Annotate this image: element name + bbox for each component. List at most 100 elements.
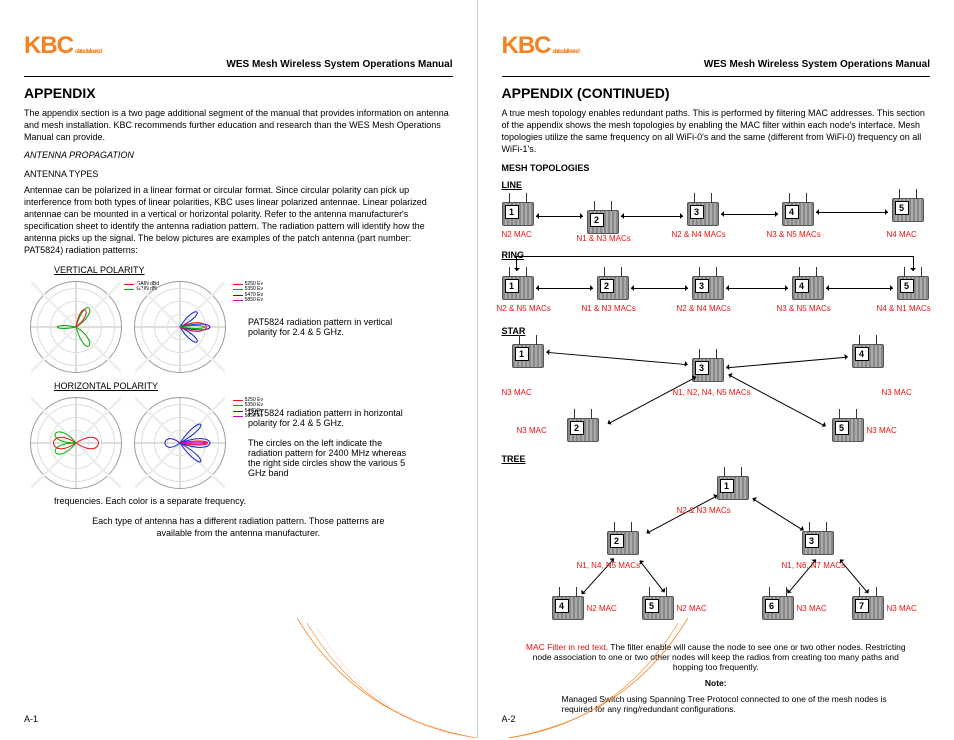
node: 7 xyxy=(852,596,884,620)
mac-label: N2 & N4 MACs xyxy=(672,230,726,239)
mac-label: N1, N6, N7 MACs xyxy=(782,561,846,570)
node-number: 5 xyxy=(645,599,659,613)
horizontal-polarity-title: HORIZONTAL POLARITY xyxy=(54,381,453,391)
line-topology: 1 2 3 4 5 N2 MAC N1 & N3 MACs N2 & N4 MA… xyxy=(502,192,931,244)
page-decoration xyxy=(297,618,477,738)
node: 4 xyxy=(552,596,584,620)
node: 5 xyxy=(892,198,924,222)
mac-label: N3 & N5 MACs xyxy=(767,230,821,239)
node-number: 3 xyxy=(805,534,819,548)
appendix-cont-intro: A true mesh topology enables redundant p… xyxy=(502,107,931,156)
link-arrow xyxy=(826,288,893,289)
vertical-polarity-title: VERTICAL POLARITY xyxy=(54,265,453,275)
node: 2 xyxy=(597,276,629,300)
node-number: 2 xyxy=(570,421,584,435)
node-number: 3 xyxy=(695,279,709,293)
appendix-cont-heading: APPENDIX (CONTINUED) xyxy=(502,85,931,101)
mac-label: N3 MAC xyxy=(502,388,532,397)
node: 1 xyxy=(502,202,534,226)
node: 5 xyxy=(642,596,674,620)
brand-name: KBC xyxy=(502,32,551,60)
link-arrow xyxy=(816,212,888,213)
mac-label: N3 MAC xyxy=(882,388,912,397)
mac-label: N1, N4, N5 MACs xyxy=(577,561,641,570)
link-arrow xyxy=(726,356,848,368)
node-number: 1 xyxy=(515,347,529,361)
node-number: 1 xyxy=(505,205,519,219)
tree-topology: 1 2 3 4 5 6 7 N2 & N3 MACs N1, N4, N5 MA… xyxy=(502,466,931,636)
node-number: 5 xyxy=(895,201,909,215)
node-number: 4 xyxy=(855,347,869,361)
header-rule xyxy=(502,76,931,77)
polar-chart-v-24: GAIN dBd GAIN dBi xyxy=(30,281,122,373)
tree-label: TREE xyxy=(502,454,931,464)
node: 1 xyxy=(512,344,544,368)
mesh-topologies-heading: MESH TOPOLOGIES xyxy=(502,162,931,174)
brand-tagline: data delivered xyxy=(75,49,101,55)
link-arrow xyxy=(726,288,788,289)
header-title: WES Mesh Wireless System Operations Manu… xyxy=(24,59,453,70)
hpol-caption-2: The circles on the left indicate the rad… xyxy=(248,438,406,478)
page-appendix-1: KBC data delivered WES Mesh Wireless Sys… xyxy=(0,0,477,738)
horizontal-polarity-charts: 5250 Ev 5350 Ev 5470 Ev 5850 Ev PAT5824 … xyxy=(24,397,453,489)
node-number: 1 xyxy=(720,479,734,493)
polar-chart-h-24 xyxy=(30,397,122,489)
appendix-intro: The appendix section is a two page addit… xyxy=(24,107,453,143)
link-arrow xyxy=(752,498,803,531)
mac-label: N1 & N3 MACs xyxy=(577,234,631,243)
mac-label: N3 MAC xyxy=(517,426,547,435)
node: 3 xyxy=(802,531,834,555)
link-arrow xyxy=(639,560,664,592)
polar-chart-h-5: 5250 Ev 5350 Ev 5470 Ev 5850 Ev xyxy=(134,397,226,489)
antenna-body: Antennae can be polarized in a linear fo… xyxy=(24,184,453,257)
mac-label: N3 & N5 MACs xyxy=(777,304,831,313)
appendix-heading: APPENDIX xyxy=(24,85,453,101)
mac-label: N2 MAC xyxy=(677,604,707,613)
star-label: STAR xyxy=(502,326,931,336)
node: 3 xyxy=(692,276,724,300)
node: 2 xyxy=(587,210,619,234)
page-number: A-2 xyxy=(502,714,516,724)
node-number: 7 xyxy=(855,599,869,613)
node: 4 xyxy=(852,344,884,368)
mac-label: N3 MAC xyxy=(797,604,827,613)
node-number: 4 xyxy=(795,279,809,293)
node: 2 xyxy=(607,531,639,555)
node-number: 4 xyxy=(785,205,799,219)
link-arrow xyxy=(607,376,696,424)
mac-label: N4 & N1 MACs xyxy=(877,304,931,313)
node: 5 xyxy=(832,418,864,442)
frequency-note: frequencies. Each color is a separate fr… xyxy=(54,495,453,507)
node: 2 xyxy=(567,418,599,442)
mac-label: N2 & N4 MACs xyxy=(677,304,731,313)
header-title: WES Mesh Wireless System Operations Manu… xyxy=(502,59,931,70)
node: 1 xyxy=(502,276,534,300)
mac-filter-note: MAC Filter in red text. The filter enabl… xyxy=(502,642,931,672)
note-body: Managed Switch using Spanning Tree Proto… xyxy=(502,694,931,714)
vpol-caption: PAT5824 radiation pattern in vertical po… xyxy=(248,317,408,337)
antenna-types-heading: ANTENNA TYPES xyxy=(24,168,453,180)
vertical-polarity-charts: GAIN dBd GAIN dBi 5250 Ev 5350 Ev 5470 E… xyxy=(24,281,453,373)
chart-legend: 5250 Ev 5350 Ev 5470 Ev 5850 Ev xyxy=(233,282,263,304)
mac-label: N2 & N5 MACs xyxy=(497,304,551,313)
hpol-caption-1: PAT5824 radiation pattern in horizontal … xyxy=(248,408,403,428)
node-number: 2 xyxy=(600,279,614,293)
node-number: 4 xyxy=(555,599,569,613)
mac-label: N2 MAC xyxy=(587,604,617,613)
mac-label: N1, N2, N4, N5 MACs xyxy=(672,388,752,397)
node-number: 6 xyxy=(765,599,779,613)
mac-filter-red: MAC Filter in red text. xyxy=(526,642,608,652)
node: 6 xyxy=(762,596,794,620)
mac-label: N3 MAC xyxy=(867,426,897,435)
mac-label: N1 & N3 MACs xyxy=(582,304,636,313)
node-number: 2 xyxy=(590,213,604,227)
polar-chart-v-5: 5250 Ev 5350 Ev 5470 Ev 5850 Ev xyxy=(134,281,226,373)
mac-label: N3 MAC xyxy=(887,604,917,613)
link-arrow xyxy=(721,214,778,215)
mac-label: N2 MAC xyxy=(502,230,532,239)
node: 4 xyxy=(792,276,824,300)
hpol-caption: PAT5824 radiation pattern in horizontal … xyxy=(248,408,408,478)
chart-legend: 5250 Ev 5350 Ev 5470 Ev 5850 Ev xyxy=(233,398,263,420)
brand-logo: KBC data delivered xyxy=(502,32,931,60)
closing-note: Each type of antenna has a different rad… xyxy=(74,515,403,539)
